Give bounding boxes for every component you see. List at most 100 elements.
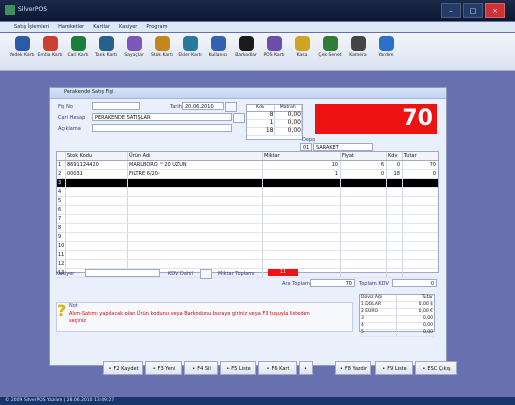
menu-kasiyer[interactable]: Kasiyer <box>119 22 137 32</box>
toolbar-stock[interactable]: Stok Kartı <box>148 35 176 67</box>
table-cell[interactable] <box>341 269 387 277</box>
kdv-dahil-checkbox[interactable] <box>200 269 212 279</box>
table-cell[interactable]: 4 <box>57 188 66 196</box>
table-cell[interactable] <box>341 206 387 214</box>
table-cell[interactable] <box>66 179 128 187</box>
table-cell[interactable]: 0 <box>403 170 438 178</box>
menu-hareketler[interactable]: Hareketler <box>58 22 84 32</box>
table-row[interactable]: 3 <box>57 179 438 188</box>
grid-header-cell[interactable]: Tutar <box>403 152 438 160</box>
table-cell[interactable]: 11 <box>57 251 66 259</box>
calendar-icon[interactable] <box>225 102 237 112</box>
toolbar-user[interactable]: Cari Kartı <box>64 35 92 67</box>
action-button-9[interactable]: • ESC Çıkış <box>415 361 457 375</box>
table-cell[interactable] <box>403 197 438 205</box>
close-button[interactable]: × <box>485 3 505 18</box>
table-cell[interactable] <box>263 215 341 223</box>
table-cell[interactable]: 5 <box>57 197 66 205</box>
table-cell[interactable] <box>128 224 263 232</box>
table-cell[interactable]: 00031 <box>66 170 128 178</box>
table-cell[interactable]: 0 <box>341 170 387 178</box>
menu-kartlar[interactable]: Kartlar <box>93 22 110 32</box>
table-row[interactable]: 11 <box>57 251 438 260</box>
toolbar-help[interactable]: Yardım <box>372 35 400 67</box>
table-cell[interactable] <box>263 206 341 214</box>
table-cell[interactable]: MARLBORO ™20 UZUN <box>128 161 263 169</box>
table-cell[interactable] <box>263 197 341 205</box>
table-cell[interactable] <box>128 251 263 259</box>
table-cell[interactable] <box>66 242 128 250</box>
table-cell[interactable] <box>128 206 263 214</box>
toolbar-pos[interactable]: POS Kartı <box>260 35 288 67</box>
table-cell[interactable]: 0 <box>387 161 403 169</box>
grid-header-cell[interactable]: Miktar <box>263 152 341 160</box>
table-cell[interactable] <box>403 242 438 250</box>
table-cell[interactable]: 3 <box>57 179 66 187</box>
minimize-button[interactable]: – <box>441 3 461 18</box>
action-button-1[interactable]: • F2 Kaydet <box>103 361 143 375</box>
table-row[interactable]: 5 <box>57 197 438 206</box>
table-cell[interactable]: 10 <box>57 242 66 250</box>
table-cell[interactable] <box>263 260 341 268</box>
table-cell[interactable] <box>128 242 263 250</box>
table-cell[interactable] <box>263 188 341 196</box>
action-button-3[interactable]: • F4 Sil <box>184 361 218 375</box>
table-cell[interactable]: 1 <box>263 170 341 178</box>
toolbar-paperclip[interactable]: Ekler Kartı <box>176 35 204 67</box>
tarih-input[interactable]: 20.06.2010 <box>182 102 224 110</box>
table-row[interactable]: 12 <box>57 260 438 269</box>
table-cell[interactable] <box>66 233 128 241</box>
table-cell[interactable] <box>128 179 263 187</box>
aciklama-input[interactable] <box>92 124 232 132</box>
table-cell[interactable] <box>66 251 128 259</box>
table-cell[interactable] <box>263 233 341 241</box>
table-row[interactable]: 9 <box>57 233 438 242</box>
maximize-button[interactable]: □ <box>463 3 483 18</box>
table-cell[interactable] <box>403 233 438 241</box>
table-row[interactable]: 4 <box>57 188 438 197</box>
table-row[interactable]: 2 00031 FILTRE 6/20- 1 0 18 0 <box>57 170 438 179</box>
table-cell[interactable] <box>403 215 438 223</box>
table-cell[interactable] <box>128 260 263 268</box>
table-cell[interactable] <box>66 197 128 205</box>
table-cell[interactable]: 7 <box>57 215 66 223</box>
toolbar-check[interactable]: Çek-Senet <box>316 35 344 67</box>
action-button-2[interactable]: • F3 Yeni <box>145 361 182 375</box>
table-cell[interactable]: 6 <box>57 206 66 214</box>
table-row[interactable]: 8 <box>57 224 438 233</box>
table-cell[interactable] <box>128 215 263 223</box>
table-cell[interactable] <box>341 233 387 241</box>
toolbar-person[interactable]: Kullanıcı <box>204 35 232 67</box>
table-cell[interactable] <box>66 215 128 223</box>
table-cell[interactable]: 12 <box>57 260 66 268</box>
table-cell[interactable] <box>387 251 403 259</box>
table-cell[interactable] <box>66 260 128 268</box>
table-cell[interactable] <box>403 179 438 187</box>
toolbar-barcode[interactable]: Barkodlar <box>232 35 260 67</box>
table-cell[interactable] <box>66 224 128 232</box>
table-cell[interactable] <box>403 260 438 268</box>
table-cell[interactable]: 9 <box>57 233 66 241</box>
table-cell[interactable] <box>263 242 341 250</box>
table-cell[interactable] <box>128 197 263 205</box>
table-cell[interactable] <box>263 179 341 187</box>
table-cell[interactable] <box>341 224 387 232</box>
toolbar-truck[interactable]: Tank Kartı <box>92 35 120 67</box>
table-cell[interactable] <box>387 242 403 250</box>
table-cell[interactable] <box>387 260 403 268</box>
table-cell[interactable] <box>403 206 438 214</box>
kasiyer-input[interactable] <box>85 269 160 277</box>
menu-satis[interactable]: Satış İşlemleri <box>14 22 49 32</box>
table-cell[interactable] <box>387 179 403 187</box>
table-cell[interactable]: 2 <box>57 170 66 178</box>
table-cell[interactable]: 8 <box>57 224 66 232</box>
toolbar-camera[interactable]: Kamera <box>344 35 372 67</box>
action-button-4[interactable]: • F5 Liste <box>220 361 256 375</box>
action-button-5[interactable]: • F6 Kart <box>258 361 297 375</box>
table-row[interactable]: 10 <box>57 242 438 251</box>
table-cell[interactable] <box>341 251 387 259</box>
table-cell[interactable] <box>403 269 438 277</box>
table-cell[interactable] <box>263 251 341 259</box>
table-cell[interactable] <box>341 179 387 187</box>
action-button-8[interactable]: • F9 Liste <box>375 361 413 375</box>
